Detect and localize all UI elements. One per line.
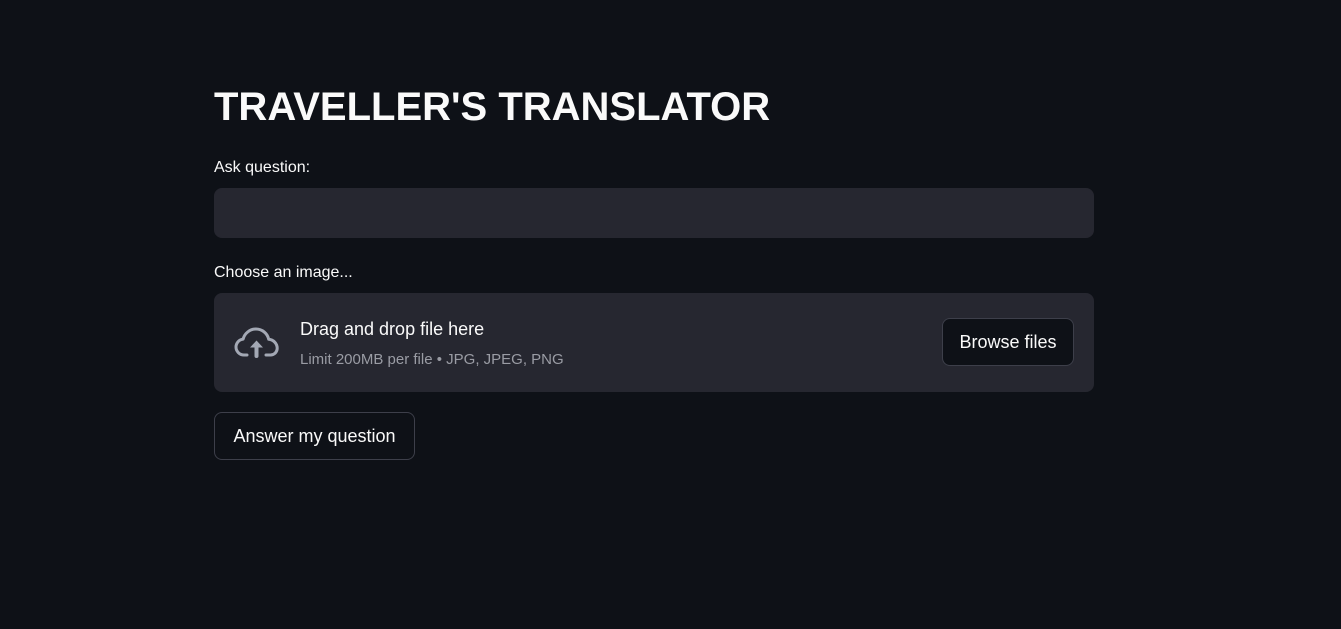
- question-label: Ask question:: [214, 159, 311, 176]
- question-input[interactable]: [214, 188, 1094, 238]
- browse-files-button[interactable]: Browse files: [942, 318, 1074, 366]
- cloud-upload-icon: [234, 327, 279, 358]
- image-uploader-label: Choose an image...: [214, 264, 353, 281]
- file-dropzone[interactable]: Drag and drop file here Limit 200MB per …: [214, 293, 1094, 392]
- page-title: TRAVELLER'S TRANSLATOR: [214, 85, 771, 129]
- dropzone-hint: Limit 200MB per file • JPG, JPEG, PNG: [300, 351, 564, 368]
- answer-question-button[interactable]: Answer my question: [214, 412, 415, 460]
- dropzone-title: Drag and drop file here: [300, 319, 485, 339]
